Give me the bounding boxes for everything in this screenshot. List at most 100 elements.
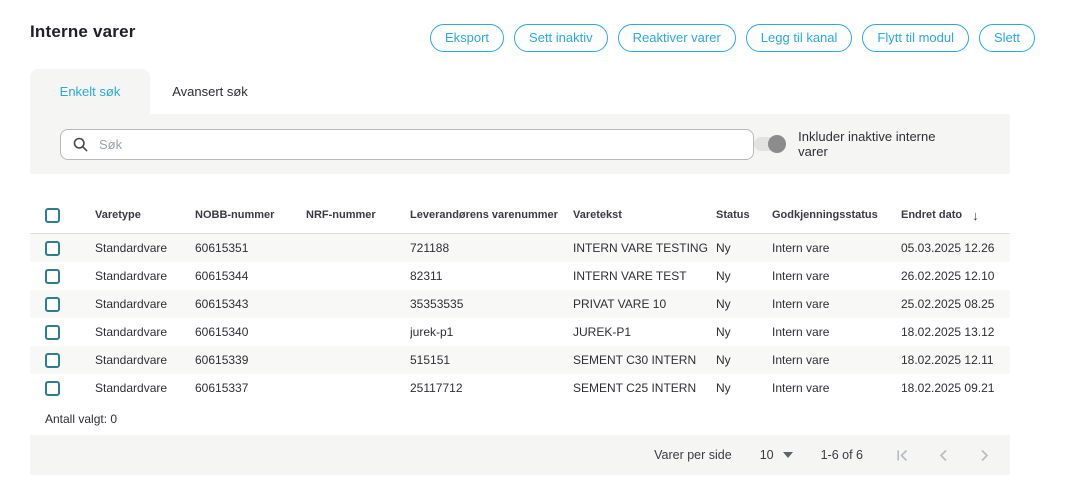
chevron-down-icon — [783, 452, 793, 458]
cell-varetype: Standardvare — [95, 269, 195, 283]
row-checkbox[interactable] — [45, 241, 60, 256]
include-inactive-toggle[interactable] — [754, 137, 785, 151]
row-checkbox[interactable] — [45, 325, 60, 340]
cell-nobb-nummer: 60615351 — [195, 241, 306, 255]
search-tabs: Enkelt søk Avansert søk — [30, 69, 1010, 114]
cell-varetype: Standardvare — [95, 297, 195, 311]
tab-advanced-search[interactable]: Avansert søk — [150, 69, 270, 114]
cell-endret-dato: 26.02.2025 12.10 — [901, 269, 1010, 283]
cell-godkjenningsstatus: Intern vare — [772, 353, 901, 367]
pager-icons — [895, 448, 992, 463]
move-to-module-button[interactable]: Flytt til modul — [862, 24, 969, 52]
row-checkbox[interactable] — [45, 381, 60, 396]
per-page-select[interactable]: 10 — [760, 448, 793, 462]
first-page-icon[interactable] — [895, 448, 910, 463]
page-range-text: 1-6 of 6 — [821, 448, 863, 462]
page-title: Interne varer — [30, 22, 136, 42]
cell-godkjenningsstatus: Intern vare — [772, 325, 901, 339]
selection-summary: Antall valgt: 0 — [30, 402, 1010, 435]
cell-status: Ny — [716, 325, 772, 339]
row-checkbox[interactable] — [45, 297, 60, 312]
cell-leverandorens-varenummer: jurek-p1 — [410, 325, 573, 339]
column-header-endret-dato[interactable]: Endret dato ↓ — [901, 208, 1010, 223]
endret-dato-label: Endret dato — [901, 209, 962, 221]
cell-varetekst: INTERN VARE TESTING — [573, 241, 716, 255]
cell-varetekst: INTERN VARE TEST — [573, 269, 716, 283]
table-row[interactable]: Standardvare 60615351 721188 INTERN VARE… — [30, 234, 1010, 262]
include-inactive-toggle-label: Inkluder inaktive interne varer — [798, 129, 968, 159]
search-field-wrapper — [60, 129, 754, 160]
cell-nobb-nummer: 60615343 — [195, 297, 306, 311]
cell-godkjenningsstatus: Intern vare — [772, 241, 901, 255]
internal-items-page: Interne varer Eksport Sett inaktiv Reakt… — [0, 0, 1075, 475]
column-header-godkjenningsstatus[interactable]: Godkjenningsstatus — [772, 209, 901, 221]
per-page-label: Varer per side — [654, 448, 732, 462]
table-row[interactable]: Standardvare 60615337 25117712 SEMENT C2… — [30, 374, 1010, 402]
row-checkbox[interactable] — [45, 353, 60, 368]
include-inactive-toggle-group: Inkluder inaktive interne varer — [754, 129, 968, 159]
cell-leverandorens-varenummer: 25117712 — [410, 381, 573, 395]
cell-godkjenningsstatus: Intern vare — [772, 297, 901, 311]
next-page-icon[interactable] — [977, 448, 992, 463]
search-input[interactable] — [60, 129, 754, 160]
column-header-nrf-nummer[interactable]: NRF-nummer — [306, 209, 410, 221]
page-header: Interne varer Eksport Sett inaktiv Reakt… — [30, 20, 1035, 52]
export-button[interactable]: Eksport — [430, 24, 504, 52]
cell-status: Ny — [716, 353, 772, 367]
column-header-nobb-nummer[interactable]: NOBB-nummer — [195, 209, 306, 221]
reactivate-items-button[interactable]: Reaktiver varer — [618, 24, 736, 52]
cell-varetekst: SEMENT C30 INTERN — [573, 353, 716, 367]
search-icon — [73, 137, 88, 152]
column-header-varetype[interactable]: Varetype — [95, 209, 195, 221]
column-header-varetekst[interactable]: Varetekst — [573, 209, 716, 221]
table-header-row: Varetype NOBB-nummer NRF-nummer Leverand… — [30, 197, 1010, 234]
cell-nobb-nummer: 60615337 — [195, 381, 306, 395]
cell-varetype: Standardvare — [95, 325, 195, 339]
sort-desc-icon[interactable]: ↓ — [972, 208, 979, 223]
cell-status: Ny — [716, 381, 772, 395]
column-header-leverandorens-varenummer[interactable]: Leverandørens varenummer — [410, 209, 573, 221]
cell-endret-dato: 18.02.2025 09.21 — [901, 381, 1010, 395]
table-row[interactable]: Standardvare 60615344 82311 INTERN VARE … — [30, 262, 1010, 290]
toolbar: Eksport Sett inaktiv Reaktiver varer Leg… — [430, 24, 1035, 52]
cell-leverandorens-varenummer: 35353535 — [410, 297, 573, 311]
cell-endret-dato: 18.02.2025 12.11 — [901, 353, 1010, 367]
cell-varetype: Standardvare — [95, 353, 195, 367]
toggle-knob — [768, 135, 786, 153]
delete-button[interactable]: Slett — [979, 24, 1035, 52]
cell-nobb-nummer: 60615339 — [195, 353, 306, 367]
cell-leverandorens-varenummer: 721188 — [410, 241, 573, 255]
cell-nobb-nummer: 60615340 — [195, 325, 306, 339]
set-inactive-button[interactable]: Sett inaktiv — [514, 24, 608, 52]
cell-endret-dato: 18.02.2025 13.12 — [901, 325, 1010, 339]
select-all-checkbox[interactable] — [45, 208, 60, 223]
cell-varetype: Standardvare — [95, 381, 195, 395]
cell-endret-dato: 25.02.2025 08.25 — [901, 297, 1010, 311]
per-page-value: 10 — [760, 448, 774, 462]
pagination-bar: Varer per side 10 1-6 of 6 — [30, 435, 1010, 475]
table-row[interactable]: Standardvare 60615340 jurek-p1 JUREK-P1 … — [30, 318, 1010, 346]
cell-varetekst: SEMENT C25 INTERN — [573, 381, 716, 395]
cell-nobb-nummer: 60615344 — [195, 269, 306, 283]
cell-varetekst: JUREK-P1 — [573, 325, 716, 339]
cell-leverandorens-varenummer: 82311 — [410, 269, 573, 283]
cell-godkjenningsstatus: Intern vare — [772, 269, 901, 283]
add-to-channel-button[interactable]: Legg til kanal — [746, 24, 853, 52]
cell-status: Ny — [716, 241, 772, 255]
row-checkbox[interactable] — [45, 269, 60, 284]
table-body: Standardvare 60615351 721188 INTERN VARE… — [30, 234, 1010, 402]
column-header-status[interactable]: Status — [716, 209, 772, 221]
cell-godkjenningsstatus: Intern vare — [772, 381, 901, 395]
cell-status: Ny — [716, 297, 772, 311]
items-table: Varetype NOBB-nummer NRF-nummer Leverand… — [30, 197, 1010, 475]
search-panel: Inkluder inaktive interne varer — [30, 114, 1010, 174]
cell-varetype: Standardvare — [95, 241, 195, 255]
header-checkbox-cell — [30, 208, 95, 223]
previous-page-icon[interactable] — [936, 448, 951, 463]
table-row[interactable]: Standardvare 60615339 515151 SEMENT C30 … — [30, 346, 1010, 374]
tab-simple-search[interactable]: Enkelt søk — [30, 69, 150, 114]
table-row[interactable]: Standardvare 60615343 35353535 PRIVAT VA… — [30, 290, 1010, 318]
cell-status: Ny — [716, 269, 772, 283]
cell-varetekst: PRIVAT VARE 10 — [573, 297, 716, 311]
cell-endret-dato: 05.03.2025 12.26 — [901, 241, 1010, 255]
